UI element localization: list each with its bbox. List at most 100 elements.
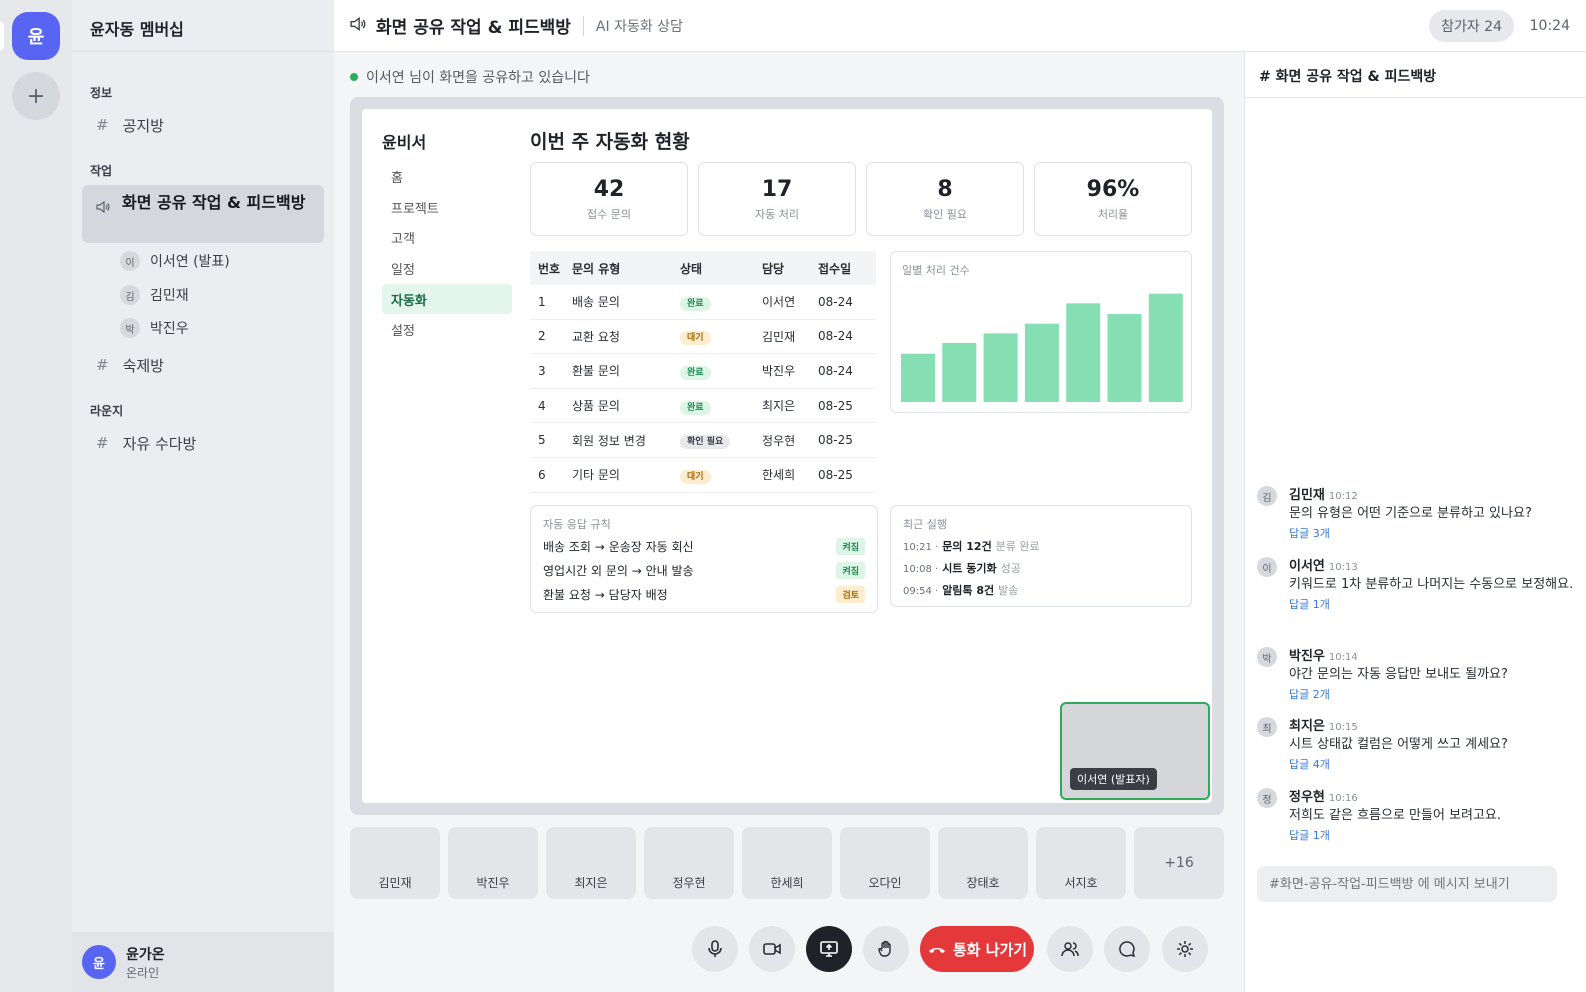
stat-label: 자동 처리 [755, 208, 799, 221]
status-badge: 완료 [680, 365, 711, 380]
auto-reply-rules-card: 자동 응답 규칙 배송 조회 → 운송장 자동 회신 켜짐 영업시간 외 문의 → … [530, 505, 878, 613]
chat-button[interactable] [1104, 926, 1150, 972]
hash-icon: # [96, 356, 109, 374]
table-row: 5 회원 정보 변경 확인 필요 정우현 08-25 [530, 423, 876, 458]
run-time: 10:21 · [903, 542, 939, 553]
participants-button[interactable]: 참가자 24 [1429, 9, 1514, 42]
category-lounge[interactable]: 라운지 [90, 402, 123, 419]
leave-call-button[interactable]: 통화 나가기 [920, 926, 1034, 972]
avatar: 정 [1257, 788, 1277, 808]
hash-icon: # [96, 116, 109, 134]
channel-screen-share[interactable]: 화면 공유 작업 & 피드백방 [82, 185, 324, 243]
channel-homework[interactable]: # 숙제방 [82, 347, 324, 383]
rule-item: 환불 요청 → 담당자 배정 검토 [543, 586, 865, 603]
participant-tile[interactable]: 박진우 [448, 827, 538, 899]
hash-icon: # [96, 434, 109, 452]
cell-date: 08-25 [818, 467, 853, 482]
rule-state-badge: 검토 [836, 586, 865, 603]
presenter-video[interactable]: 이서연 (발표자) [1060, 702, 1210, 800]
avatar: 박 [1257, 647, 1277, 667]
category-info[interactable]: 정보 [90, 84, 112, 101]
shared-screen: 윤비서 홈 프로젝트 고객 일정 자동화 설정 이번 주 자동화 현황 42 접… [362, 109, 1212, 803]
message-input[interactable] [1257, 866, 1557, 902]
channel-notice[interactable]: # 공지방 [82, 107, 324, 143]
category-work[interactable]: 작업 [90, 162, 112, 179]
table-row: 1 배송 문의 완료 이서연 08-24 [530, 285, 876, 320]
table-row: 4 상품 문의 완료 최지은 08-25 [530, 389, 876, 424]
replies-link[interactable]: 답글 2개 [1289, 686, 1577, 702]
participant-tile[interactable]: 최지은 [546, 827, 636, 899]
mic-button[interactable] [692, 926, 738, 972]
card-title: 최근 실행 [903, 518, 947, 531]
screen-share-stage[interactable]: 윤비서 홈 프로젝트 고객 일정 자동화 설정 이번 주 자동화 현황 42 접… [350, 97, 1224, 815]
chart-bar [1024, 323, 1059, 402]
participant-name: 박진우 [476, 876, 510, 890]
chat-message: 김 김민재 10:12 문의 유형은 어떤 기준으로 분류하고 있나요? 답글 3개 [1257, 484, 1577, 541]
run-time: 10:08 · [903, 564, 939, 575]
live-dot [350, 73, 358, 81]
author-name[interactable]: 김민재 [1289, 488, 1325, 503]
column-header: 접수일 [818, 261, 852, 276]
settings-button[interactable] [1162, 926, 1208, 972]
cell-no: 5 [538, 433, 546, 448]
participant-tile[interactable]: 한세희 [742, 827, 832, 899]
author-name[interactable]: 정우현 [1289, 790, 1325, 805]
members-button[interactable] [1047, 926, 1093, 972]
replies-link[interactable]: 답글 4개 [1289, 756, 1577, 772]
share-notice: 이서연 님이 화면을 공유하고 있습니다 [350, 67, 590, 87]
cell-date: 08-24 [818, 363, 853, 378]
channel-label: 자유 수다방 [122, 434, 197, 453]
rule-text: 영업시간 외 문의 → 안내 발송 [543, 564, 694, 578]
more-participants-tile[interactable]: +16 [1134, 827, 1224, 899]
daily-chart-card: 일별 처리 건수 [890, 251, 1192, 413]
server-name[interactable]: 윤자동 멤버십 [72, 0, 334, 52]
voice-user[interactable]: 박 박진우 [120, 318, 189, 338]
cell-type: 회원 정보 변경 [572, 433, 646, 448]
replies-link[interactable]: 답글 3개 [1289, 525, 1577, 541]
leave-call-label: 통화 나가기 [952, 940, 1028, 959]
avatar: 최 [1257, 717, 1277, 737]
presenter-tag: 이서연 (발표자) [1070, 768, 1157, 790]
stat-card: 17 자동 처리 [698, 162, 856, 236]
replies-link[interactable]: 답글 1개 [1289, 596, 1577, 612]
app-logo: 윤비서 [382, 133, 427, 152]
run-time: 09:54 · [903, 586, 939, 597]
camera-button[interactable] [749, 926, 795, 972]
cell-owner: 최지은 [762, 399, 796, 414]
participant-tile[interactable]: 정우현 [644, 827, 734, 899]
add-server-button[interactable]: + [12, 72, 60, 120]
avatar: 김 [120, 285, 140, 305]
channel-free-talk[interactable]: # 자유 수다방 [82, 425, 324, 461]
voice-user[interactable]: 이 이서연 (발표) [120, 251, 230, 271]
message-text: 키워드로 1차 분류하고 나머지는 수동으로 보정해요. [1289, 577, 1574, 592]
card-title: 자동 응답 규칙 [543, 518, 611, 531]
channel-label: 숙제방 [122, 356, 164, 375]
user-panel[interactable]: 윤 윤가온 온라인 [72, 932, 334, 992]
raise-hand-button[interactable] [863, 926, 909, 972]
cell-no: 1 [538, 294, 546, 309]
participant-tile[interactable]: 김민재 [350, 827, 440, 899]
cell-type: 기타 문의 [572, 468, 620, 483]
nav-home: 홈 [391, 170, 403, 186]
divider [582, 15, 584, 36]
chart-bar [942, 343, 977, 402]
rule-state-badge: 켜짐 [836, 562, 865, 579]
cell-status: 완료 [680, 399, 762, 415]
replies-link[interactable]: 답글 1개 [1289, 827, 1577, 843]
column-header: 상태 [680, 261, 703, 276]
participant-tile[interactable]: 오다인 [840, 827, 930, 899]
people-icon [1061, 942, 1079, 957]
recent-item: 09:54 · 알림톡 8건 발송 [903, 582, 1018, 598]
screen-share-button[interactable] [806, 926, 852, 972]
author-name[interactable]: 박진우 [1289, 649, 1325, 664]
stat-card: 96% 처리율 [1034, 162, 1192, 236]
cell-owner: 정우현 [762, 433, 796, 448]
participant-tile[interactable]: 서지호 [1036, 827, 1126, 899]
participant-tile[interactable]: 장태호 [938, 827, 1028, 899]
stat-label: 접수 문의 [587, 208, 631, 221]
server-icon[interactable]: 윤 [12, 12, 60, 60]
voice-user[interactable]: 김 김민재 [120, 285, 189, 305]
author-name[interactable]: 최지은 [1289, 719, 1325, 734]
author-name[interactable]: 이서연 [1289, 559, 1325, 574]
message-time: 10:16 [1328, 793, 1358, 804]
